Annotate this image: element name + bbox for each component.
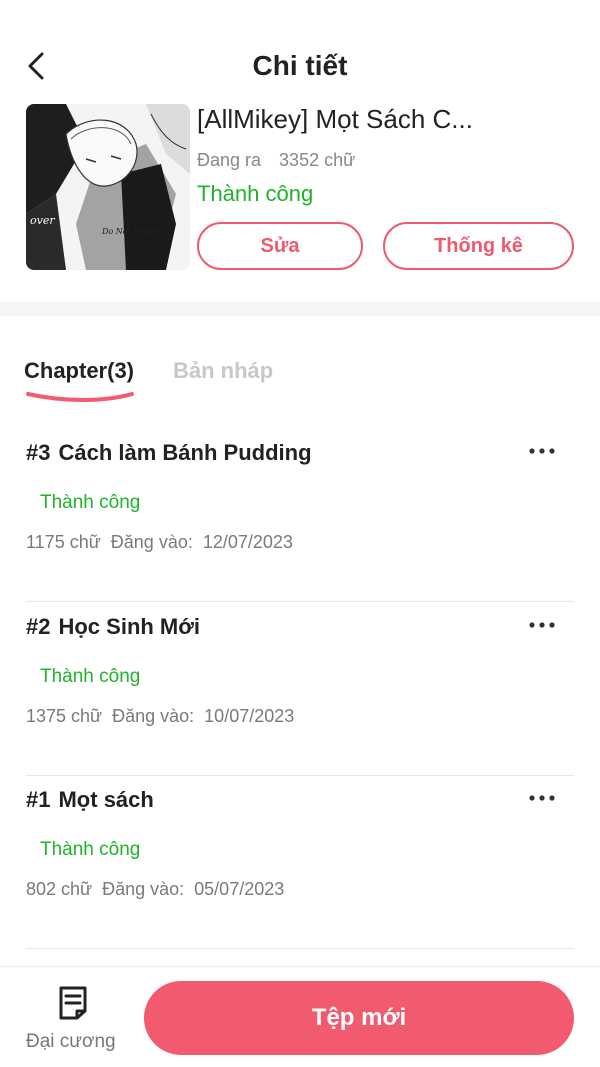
chapter-word-count: 1375 chữ bbox=[26, 706, 103, 726]
book-meta: Đang ra 3352 chữ bbox=[197, 150, 355, 171]
more-options-button[interactable] bbox=[524, 436, 560, 466]
chapter-title: Học Sinh Mới bbox=[58, 614, 201, 639]
header: Chi tiết bbox=[0, 0, 600, 104]
more-horizontal-icon bbox=[529, 448, 555, 454]
new-file-button[interactable]: Tệp mới bbox=[144, 981, 574, 1055]
chapter-status: Thành công bbox=[40, 492, 141, 513]
chapter-item[interactable]: #2 Học Sinh Mới Thành công 1375 chữ Đăng v… bbox=[26, 602, 574, 776]
chapter-word-count: 802 chữ bbox=[26, 879, 93, 899]
chapter-item[interactable]: #3 Cách làm Bánh Pudding Thành công 1175 … bbox=[26, 428, 574, 602]
chapter-number: #1 bbox=[26, 787, 51, 812]
cover-text-repost: Do Not Repost bbox=[101, 227, 162, 236]
tab-active-underline bbox=[26, 392, 134, 402]
more-horizontal-icon bbox=[529, 795, 555, 801]
posted-date: 05/07/2023 bbox=[194, 879, 285, 899]
book-status: Thành công bbox=[197, 181, 314, 206]
chapter-heading: #2 Học Sinh Mới bbox=[26, 614, 200, 640]
more-options-button[interactable] bbox=[524, 783, 560, 813]
book-state: Đang ra bbox=[197, 150, 262, 170]
more-options-button[interactable] bbox=[524, 610, 560, 640]
chapter-item[interactable]: #1 Mọt sách Thành công 802 chữ Đăng vào: 05… bbox=[26, 775, 574, 949]
book-cover-image[interactable]: over Do Not Repost bbox=[26, 104, 190, 270]
chapter-number: #2 bbox=[26, 614, 51, 639]
outline-label: Đại cương bbox=[26, 1031, 116, 1052]
cover-text-over: over bbox=[30, 214, 55, 227]
tab-draft[interactable]: Bản nháp bbox=[173, 358, 273, 384]
document-icon bbox=[59, 986, 87, 1020]
section-divider bbox=[0, 302, 600, 316]
book-card: over Do Not Repost [AllMikey] Mọt Sách C… bbox=[0, 104, 600, 304]
chapter-meta: 1375 chữ Đăng vào: 10/07/2023 bbox=[26, 706, 304, 727]
posted-label: Đăng vào: bbox=[102, 879, 185, 899]
chapter-status: Thành công bbox=[40, 666, 141, 687]
chapter-title: Cách làm Bánh Pudding bbox=[58, 440, 312, 465]
chapter-number: #3 bbox=[26, 440, 51, 465]
posted-date: 10/07/2023 bbox=[204, 706, 295, 726]
outline-button[interactable]: Đại cương bbox=[22, 985, 122, 1055]
page-title: Chi tiết bbox=[252, 50, 348, 81]
chapter-meta: 802 chữ Đăng vào: 05/07/2023 bbox=[26, 879, 294, 900]
chapter-detail-screen: Chi tiết over Do Not Repost [AllMikey] M… bbox=[0, 0, 600, 1067]
book-title: [AllMikey] Mọt Sách C... bbox=[197, 104, 473, 134]
chapter-heading: #3 Cách làm Bánh Pudding bbox=[26, 440, 312, 466]
edit-button[interactable]: Sửa bbox=[197, 222, 363, 270]
chapter-title: Mọt sách bbox=[58, 787, 154, 812]
chapter-heading: #1 Mọt sách bbox=[26, 787, 154, 813]
posted-label: Đăng vào: bbox=[110, 532, 193, 552]
tab-chapter[interactable]: Chapter(3) bbox=[24, 358, 134, 384]
bottom-bar: Đại cương Tệp mới bbox=[0, 966, 600, 1067]
stats-button[interactable]: Thống kê bbox=[383, 222, 574, 270]
chapter-status: Thành công bbox=[40, 839, 141, 860]
chapter-meta: 1175 chữ Đăng vào: 12/07/2023 bbox=[26, 532, 303, 553]
more-horizontal-icon bbox=[529, 622, 555, 628]
posted-date: 12/07/2023 bbox=[202, 532, 293, 552]
chapter-word-count: 1175 chữ bbox=[26, 532, 101, 552]
book-word-count: 3352 chữ bbox=[279, 150, 356, 170]
cover-illustration: over Do Not Repost bbox=[26, 104, 190, 270]
posted-label: Đăng vào: bbox=[112, 706, 195, 726]
